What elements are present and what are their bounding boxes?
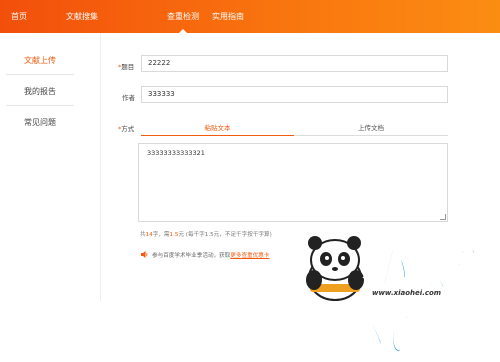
sidebar-divider [6, 74, 74, 75]
count-chars: 14 [145, 232, 153, 238]
count-mid: 字，需 [152, 232, 170, 238]
sidebar: 文献上传 我的报告 常见问题 [0, 33, 78, 301]
method-label-text: 方式 [121, 125, 135, 133]
tab-active-underline [141, 135, 294, 136]
sidebar-divider [6, 105, 74, 106]
content-divider [100, 33, 101, 301]
title-label-text: 题目 [121, 63, 135, 71]
promo-link[interactable]: 更多查重优惠卡 [230, 253, 269, 259]
paste-text-area[interactable]: 33333333333321 [138, 143, 448, 222]
speaker-icon [140, 250, 149, 259]
paste-text-value: 33333333333321 [147, 149, 205, 157]
author-input[interactable]: 333333 [141, 86, 448, 103]
watermark-logo: 小黑游戏 www.xiaohei.com [300, 232, 500, 361]
sidebar-item-my-reports[interactable]: 我的报告 [24, 86, 56, 97]
sidebar-item-upload[interactable]: 文献上传 [24, 55, 56, 66]
panda-icon [306, 236, 364, 301]
title-label: *题目 [118, 61, 134, 71]
watermark-brand: 小黑游戏 [361, 244, 491, 361]
sidebar-item-faq[interactable]: 常见问题 [24, 117, 56, 128]
tab-paste-text[interactable]: 粘贴文本 [141, 120, 294, 136]
method-label: *方式 [118, 123, 134, 133]
nav-active-indicator [179, 29, 187, 33]
count-suffix: 元 (每千字1.5元，不足千字按千字算) [178, 232, 272, 238]
title-input[interactable]: 22222 [141, 55, 448, 72]
watermark-url: www.xiaohei.com [372, 289, 442, 297]
tab-upload-document[interactable]: 上传文档 [294, 120, 448, 136]
author-label: 作者 [122, 94, 135, 102]
nav-home[interactable]: 首页 [11, 0, 27, 33]
top-nav-bar: 首页 文献搜集 查重检测 实用指南 [0, 0, 500, 33]
tab-underline [294, 135, 448, 136]
promo-text: 参与百度学术毕业季活动，获取 [152, 253, 231, 259]
resize-handle-icon[interactable] [440, 214, 446, 220]
nav-literature-search[interactable]: 文献搜集 [66, 0, 98, 33]
word-count-note: 共14字，需1.5元 (每千字1.5元，不足千字按千字算) [140, 230, 272, 238]
promo-note: 参与百度学术毕业季活动，获取更多查重优惠卡 [152, 251, 270, 259]
nav-practical-guide[interactable]: 实用指南 [212, 0, 244, 33]
